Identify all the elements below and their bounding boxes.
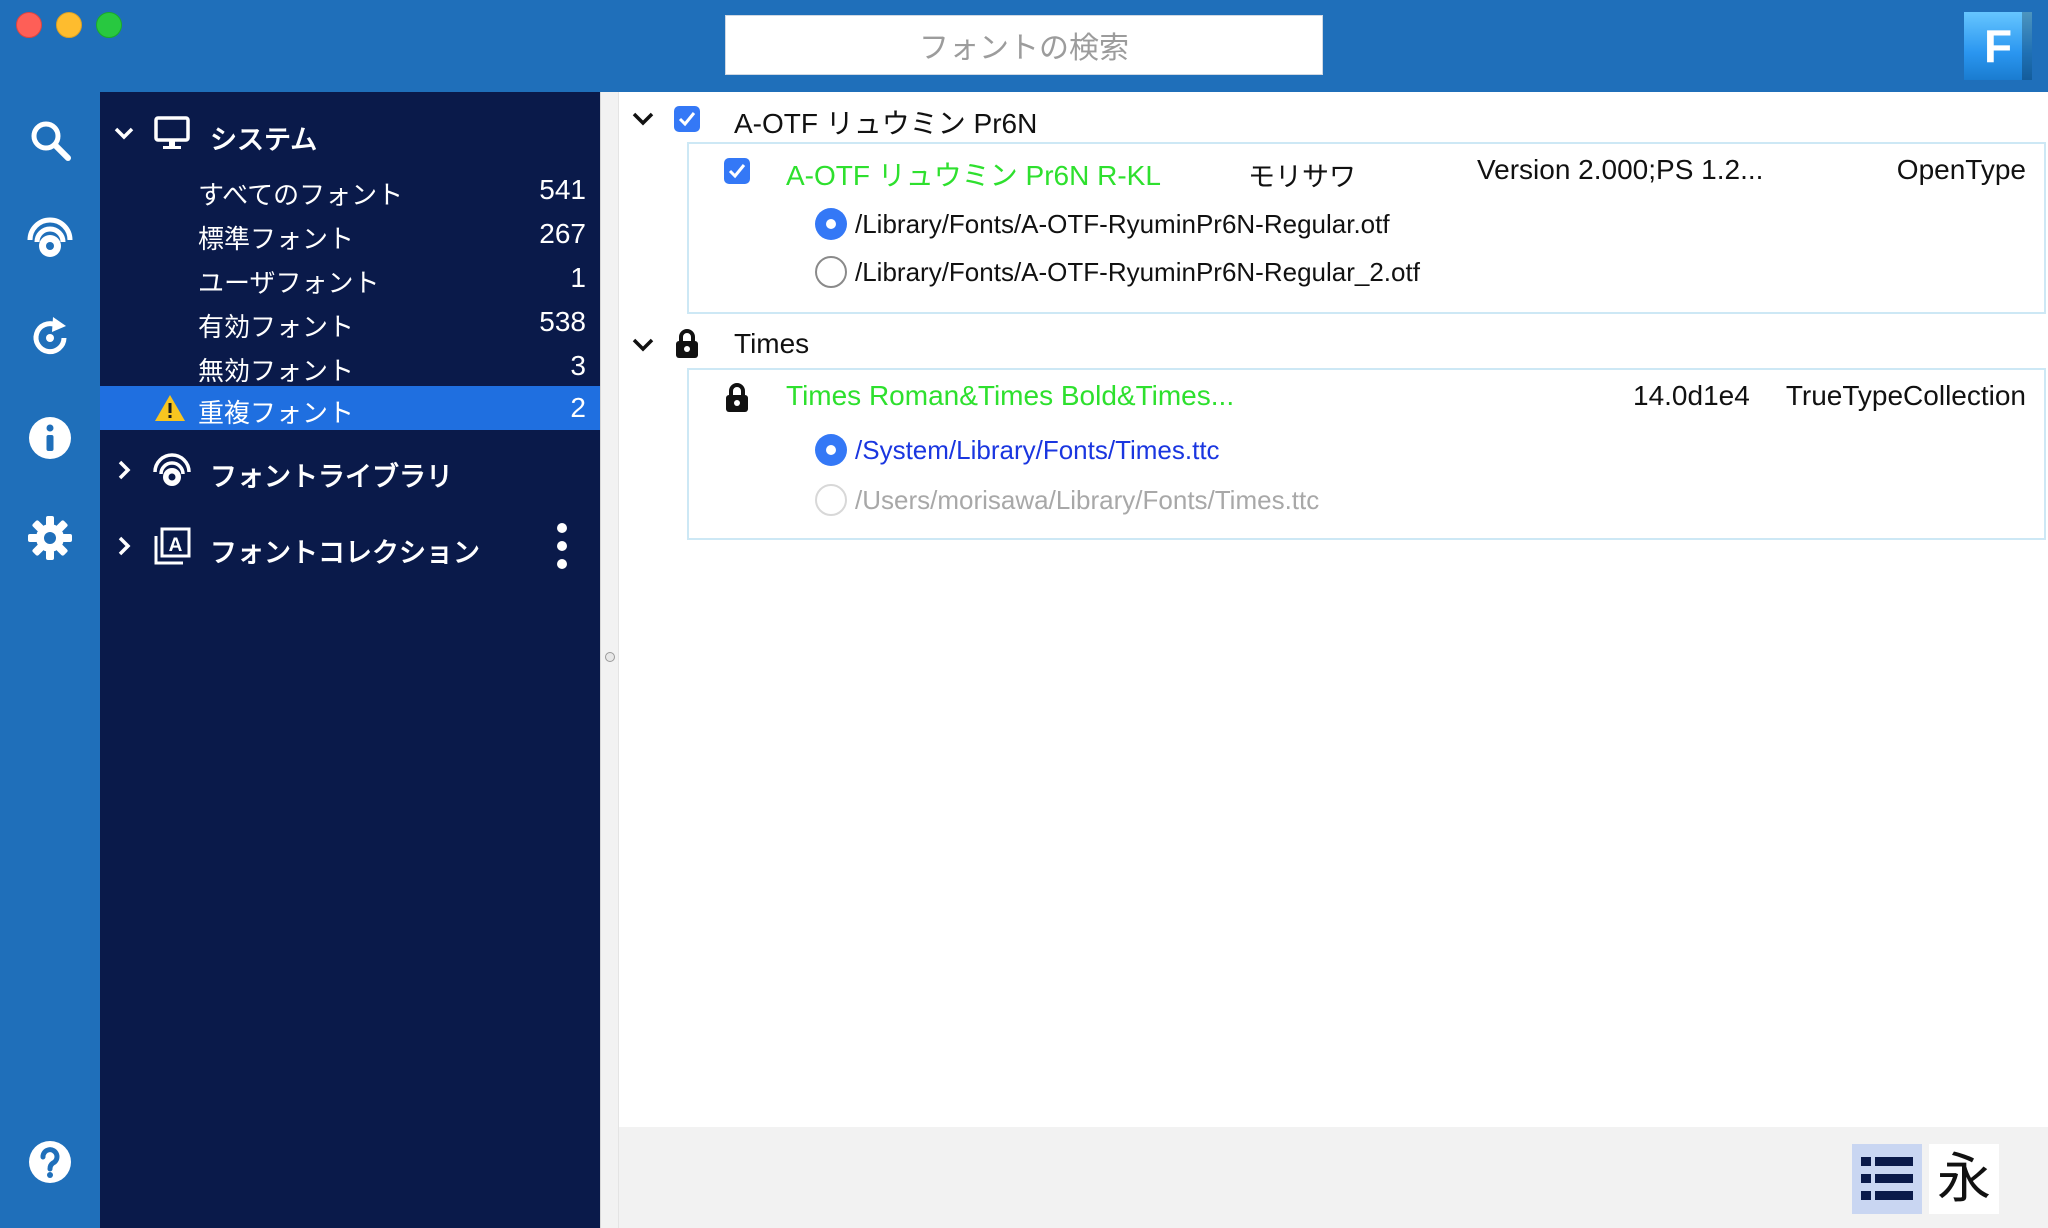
more-options-icon[interactable] <box>556 522 568 570</box>
family-checkbox[interactable] <box>674 106 700 132</box>
font-name: A-OTF リュウミン Pr6N R-KL <box>786 160 1161 191</box>
sidebar: システム すべてのフォント 541 標準フォント 267 ユーザフォント 1 有… <box>100 92 600 1228</box>
font-family-row[interactable]: Times <box>619 320 2048 368</box>
font-file-path-disabled: /Users/morisawa/Library/Fonts/Times.ttc <box>855 485 1320 515</box>
checkmark-icon <box>728 164 746 179</box>
sidebar-item-label: すべてのフォント <box>198 181 404 211</box>
sidebar-section-label: フォントコレクション <box>210 538 480 569</box>
gear-icon[interactable] <box>22 510 78 566</box>
font-format: TrueTypeCollection <box>1785 380 2026 411</box>
chevron-down-icon[interactable] <box>631 106 655 130</box>
info-icon[interactable] <box>22 410 78 466</box>
sync-icon[interactable] <box>22 310 78 366</box>
font-maker: モリサワ <box>1248 162 1356 192</box>
list-icon <box>1861 1157 1913 1200</box>
glyph-view-button[interactable]: 永 <box>1929 1144 1999 1214</box>
search-placeholder: フォントの検索 <box>919 31 1129 66</box>
sidebar-item-label: ユーザフォント <box>198 269 380 299</box>
sidebar-item-user-fonts[interactable]: ユーザフォント 1 <box>100 256 600 300</box>
chevron-down-icon[interactable] <box>112 121 136 145</box>
help-icon[interactable] <box>22 1134 78 1190</box>
sidebar-item-label: 無効フォント <box>198 357 355 387</box>
font-checkbox[interactable] <box>724 158 750 184</box>
font-family-row[interactable]: A-OTF リュウミン Pr6N <box>619 94 2048 142</box>
chevron-down-icon[interactable] <box>631 332 655 356</box>
path-radio[interactable] <box>815 256 847 288</box>
library-icon <box>153 453 191 486</box>
sidebar-item-label: 標準フォント <box>198 225 355 255</box>
search-input[interactable]: フォントの検索 <box>725 15 1323 75</box>
title-bar: フォントの検索 F <box>0 0 2048 92</box>
close-window-button[interactable] <box>16 12 42 38</box>
font-family-name: A-OTF リュウミン Pr6N <box>734 108 1038 139</box>
font-file-path: /Library/Fonts/A-OTF-RyuminPr6N-Regular_… <box>855 257 1420 287</box>
path-radio-selected[interactable] <box>815 434 847 466</box>
font-file-path: /System/Library/Fonts/Times.ttc <box>855 435 1220 465</box>
font-format: OpenType <box>1896 154 2026 185</box>
sidebar-item-inactive-fonts[interactable]: 無効フォント 3 <box>100 344 600 388</box>
font-family-details: A-OTF リュウミン Pr6N R-KL モリサワ Version 2.000… <box>687 142 2046 314</box>
sidebar-item-count: 1 <box>570 262 586 293</box>
sidebar-section-font-collection[interactable]: A フォントコレクション <box>100 512 600 580</box>
sidebar-section-label: フォントライブラリ <box>210 462 453 493</box>
sidebar-item-count: 541 <box>539 174 586 205</box>
list-view-button[interactable] <box>1852 1144 1922 1214</box>
library-icon[interactable] <box>22 210 78 266</box>
checkmark-icon <box>678 112 696 127</box>
monitor-icon <box>154 116 190 149</box>
duplicate-fonts-list: A-OTF リュウミン Pr6N A-OTF リュウミン Pr6N R-KL モ… <box>619 92 2048 1127</box>
sidebar-item-label: 有効フォント <box>198 313 355 343</box>
app-logo-letter: F <box>1983 20 2013 72</box>
font-family-details: Times Roman&Times Bold&Times... 14.0d1e4… <box>687 368 2046 540</box>
font-name: Times Roman&Times Bold&Times... <box>786 380 1235 411</box>
font-file-path: /Library/Fonts/A-OTF-RyuminPr6N-Regular.… <box>855 209 1390 239</box>
zoom-window-button[interactable] <box>96 12 122 38</box>
sidebar-item-label: 重複フォント <box>198 399 355 429</box>
collection-icon: A <box>154 527 191 565</box>
chevron-right-icon[interactable] <box>112 458 136 482</box>
lock-icon <box>726 383 748 412</box>
icon-rail <box>0 92 100 1228</box>
divider-handle[interactable] <box>605 652 615 662</box>
font-version: Version 2.000;PS 1.2... <box>1477 154 1764 185</box>
sidebar-item-count: 267 <box>539 218 586 249</box>
chevron-right-icon[interactable] <box>112 534 136 558</box>
sidebar-item-active-fonts[interactable]: 有効フォント 538 <box>100 300 600 344</box>
app-window: フォントの検索 F システム すべてのフォント 541 標準フォント 267 ユ… <box>0 0 2048 1228</box>
sidebar-item-duplicate-fonts[interactable]: 重複フォント 2 <box>100 386 600 430</box>
app-logo: F <box>1964 12 2032 80</box>
path-radio-disabled <box>815 484 847 516</box>
sidebar-section-label: システム <box>210 125 318 156</box>
font-version: 14.0d1e4 <box>1633 380 1750 411</box>
font-family-name: Times <box>734 328 810 359</box>
sidebar-section-font-library[interactable]: フォントライブラリ <box>100 442 600 498</box>
bottom-toolbar <box>619 1127 2048 1228</box>
sidebar-item-all-fonts[interactable]: すべてのフォント 541 <box>100 168 600 212</box>
search-icon[interactable] <box>22 112 78 168</box>
path-radio-selected[interactable] <box>815 208 847 240</box>
glyph-sample: 永 <box>1937 1147 1991 1210</box>
lock-icon <box>676 329 698 358</box>
sidebar-item-count: 538 <box>539 306 586 337</box>
svg-text:A: A <box>169 535 183 556</box>
minimize-window-button[interactable] <box>56 12 82 38</box>
split-view-divider[interactable] <box>600 92 619 1228</box>
sidebar-item-count: 3 <box>570 350 586 381</box>
sidebar-item-count: 2 <box>570 392 586 423</box>
warning-icon <box>155 395 185 421</box>
sidebar-section-system[interactable]: システム <box>100 108 600 158</box>
sidebar-item-standard-fonts[interactable]: 標準フォント 267 <box>100 212 600 256</box>
